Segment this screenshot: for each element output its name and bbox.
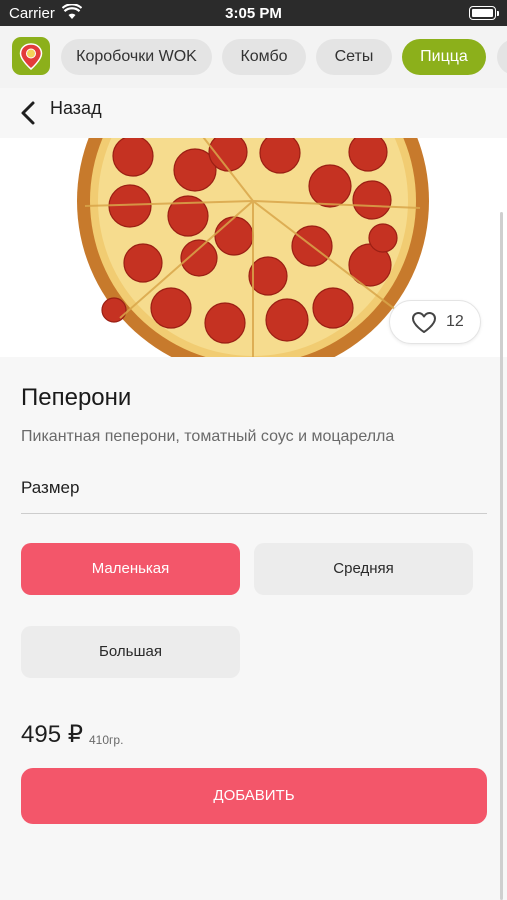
category-bar: Коробочки WOK Комбо Сеты Пицца — [0, 26, 507, 88]
size-option-medium[interactable]: Средняя — [254, 543, 473, 595]
product-title: Пеперони — [21, 384, 132, 411]
category-tab-pizza[interactable]: Пицца — [402, 39, 486, 75]
heart-icon — [412, 312, 436, 333]
size-option-small[interactable]: Маленькая — [21, 543, 240, 595]
category-tab-wok[interactable]: Коробочки WOK — [61, 39, 212, 75]
size-heading: Размер — [21, 478, 80, 497]
app-logo-icon[interactable] — [12, 37, 50, 75]
like-button[interactable]: 12 — [389, 300, 481, 344]
back-button[interactable]: Назад — [50, 97, 102, 119]
divider — [21, 513, 487, 514]
add-to-cart-button[interactable]: ДОБАВИТЬ — [21, 768, 487, 824]
category-tab-next[interactable] — [497, 39, 507, 75]
back-chevron-icon[interactable] — [16, 98, 42, 128]
product-weight: 410гр. — [89, 733, 124, 747]
category-tab-sets[interactable]: Сеты — [316, 39, 392, 75]
nav-bar: Назад — [0, 88, 507, 138]
product-price: 495 ₽ — [21, 721, 83, 748]
clock: 3:05 PM — [225, 5, 282, 22]
product-description: Пикантная пеперони, томатный соус и моца… — [21, 428, 395, 445]
scrollbar[interactable] — [500, 212, 503, 900]
category-tab-combo[interactable]: Комбо — [222, 39, 306, 75]
battery-icon — [469, 6, 499, 20]
like-count: 12 — [446, 313, 464, 330]
status-bar: Carrier 3:05 PM — [0, 0, 507, 26]
size-option-large[interactable]: Большая — [21, 626, 240, 678]
